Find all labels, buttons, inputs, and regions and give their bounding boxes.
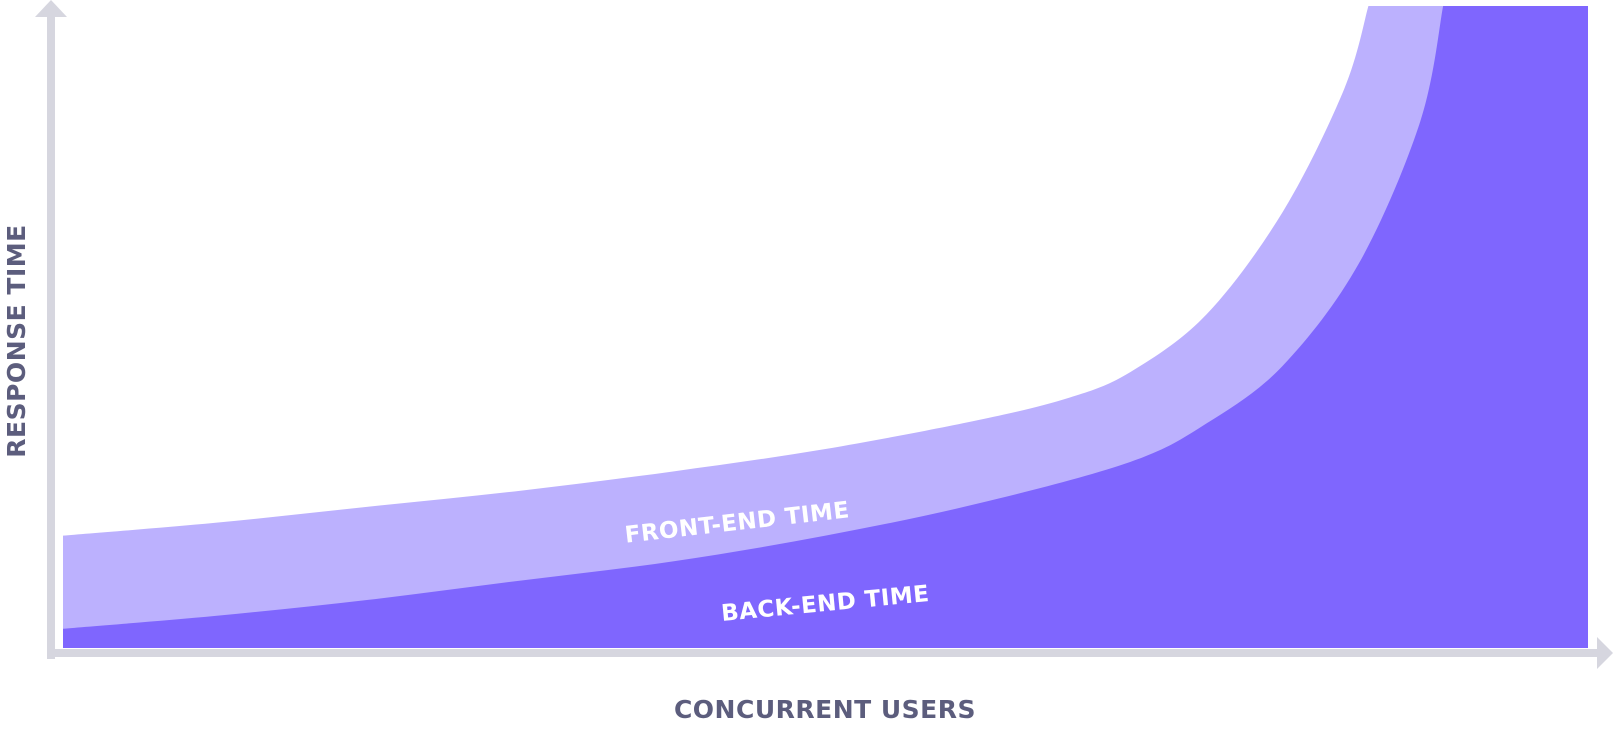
y-axis-title: RESPONSE TIME	[2, 224, 31, 457]
y-axis-arrowhead	[35, 0, 67, 17]
x-axis-arrowhead	[1597, 637, 1613, 669]
y-axis-line	[47, 14, 55, 659]
chart-svg: FRONT-END TIME BACK-END TIME CONCURRENT …	[2, 0, 1613, 724]
x-axis-title: CONCURRENT USERS	[674, 695, 976, 724]
x-axis-line	[47, 649, 1600, 657]
area-layer	[63, 6, 1588, 648]
stacked-area-chart: FRONT-END TIME BACK-END TIME CONCURRENT …	[0, 0, 1613, 724]
